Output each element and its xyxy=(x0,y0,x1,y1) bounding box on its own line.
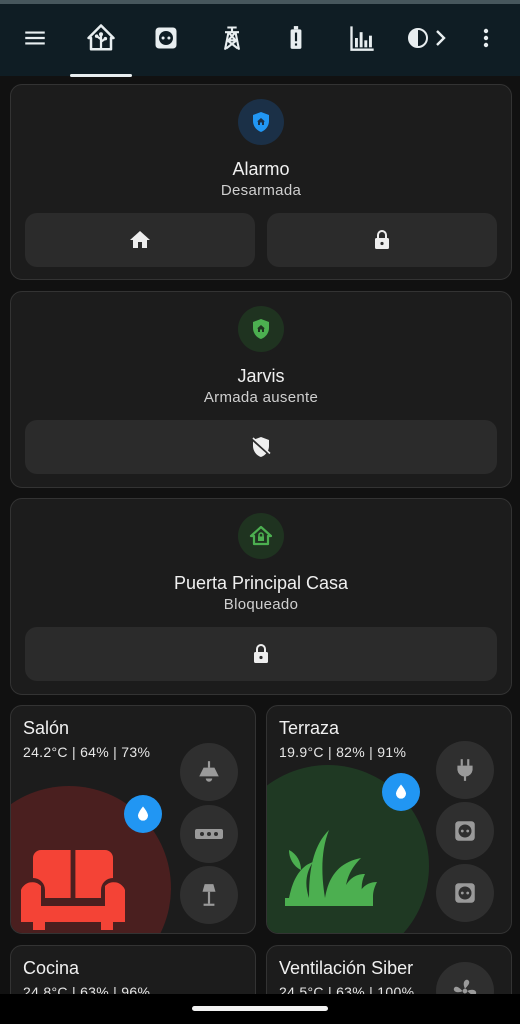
alarm-name: Alarmo xyxy=(232,159,290,179)
transmission-tower-icon[interactable] xyxy=(212,18,252,58)
lock-toggle-button[interactable] xyxy=(25,627,497,681)
power-socket-icon xyxy=(455,821,475,841)
arm-home-button[interactable] xyxy=(25,213,255,267)
home-assistant-icon[interactable] xyxy=(81,18,121,58)
shield-home-icon xyxy=(238,306,284,352)
ceiling-light-button[interactable] xyxy=(180,743,238,801)
water-icon xyxy=(124,795,162,833)
system-navigation-bar xyxy=(0,994,520,1024)
led-strip-button[interactable] xyxy=(180,805,238,863)
power-socket-button[interactable] xyxy=(436,802,494,860)
area-sensors: 24.2°C | 64% | 73% xyxy=(23,744,151,760)
menu-icon[interactable] xyxy=(15,18,55,58)
led-strip-icon xyxy=(195,829,223,839)
power-socket-button[interactable] xyxy=(436,864,494,922)
area-sensors: 19.9°C | 82% | 91% xyxy=(279,744,407,760)
area-name: Salón xyxy=(23,718,70,738)
chart-bar-icon[interactable] xyxy=(342,18,382,58)
area-card-terraza[interactable]: Terraza 19.9°C | 82% | 91% xyxy=(266,705,512,934)
top-app-bar xyxy=(0,0,520,77)
shield-home-icon xyxy=(238,99,284,145)
alarm-name: Jarvis xyxy=(237,366,285,386)
alarm-state: Desarmada xyxy=(220,182,302,199)
more-vert-icon[interactable] xyxy=(466,18,506,58)
shield-off-icon xyxy=(251,437,271,457)
alarm-panel-card[interactable]: Jarvis Armada ausente xyxy=(10,291,512,488)
arm-away-button[interactable] xyxy=(267,213,497,267)
grass-icon xyxy=(277,818,381,911)
floor-lamp-button[interactable] xyxy=(180,866,238,924)
power-plug-button[interactable] xyxy=(436,741,494,799)
lock-icon xyxy=(375,230,389,249)
alarm-state: Armada ausente xyxy=(203,389,319,406)
home-lock-icon xyxy=(238,513,284,559)
lock-card[interactable]: Puerta Principal Casa Bloqueado xyxy=(10,498,512,695)
power-socket-icon[interactable] xyxy=(146,18,186,58)
lock-icon xyxy=(254,644,268,663)
lock-state: Bloqueado xyxy=(223,596,299,613)
sofa-icon xyxy=(17,846,129,933)
ceiling-light-icon xyxy=(199,761,219,782)
area-card-salon[interactable]: Salón 24.2°C | 64% | 73% xyxy=(10,705,256,934)
alarm-panel-card[interactable]: Alarmo Desarmada xyxy=(10,84,512,280)
area-name: Terraza xyxy=(279,718,340,738)
home-icon xyxy=(130,231,150,248)
active-tab-indicator xyxy=(70,74,132,77)
water-icon xyxy=(382,773,420,811)
area-name: Cocina xyxy=(23,958,80,978)
disarm-button[interactable] xyxy=(25,420,497,474)
power-socket-icon xyxy=(455,883,475,903)
floor-lamp-icon xyxy=(202,884,216,906)
power-plug-icon xyxy=(457,759,473,781)
battery-alert-icon[interactable] xyxy=(276,18,316,58)
home-gesture-handle[interactable] xyxy=(192,1006,328,1011)
lock-name: Puerta Principal Casa xyxy=(173,573,349,593)
chevron-right-icon[interactable] xyxy=(420,18,460,58)
area-name: Ventilación Siber xyxy=(279,958,414,978)
